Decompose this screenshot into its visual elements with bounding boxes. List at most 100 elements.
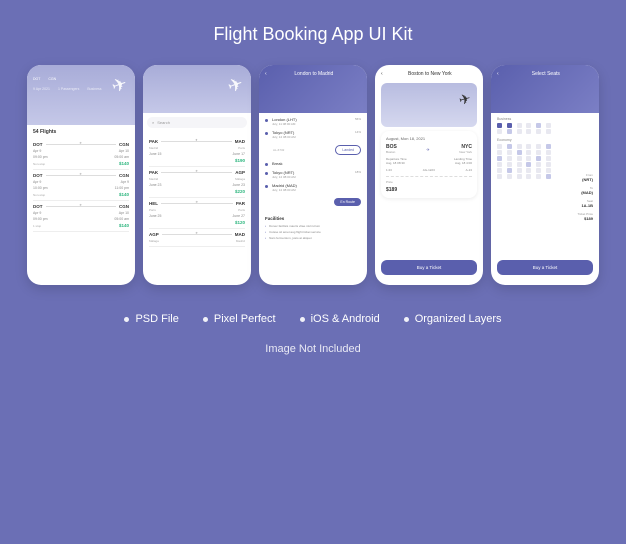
flights-count: 54 Flights: [33, 129, 129, 135]
flight-card[interactable]: PAKAGP MadridMálaga June 23June 23 $220: [149, 167, 245, 198]
seat[interactable]: [536, 129, 541, 134]
seat[interactable]: [526, 168, 531, 173]
seat[interactable]: [497, 150, 502, 155]
seat[interactable]: [507, 123, 512, 128]
flight-card[interactable]: AGPMAD MálagaMadrid: [149, 229, 245, 247]
seat[interactable]: [546, 144, 551, 149]
seat[interactable]: [526, 144, 531, 149]
seat[interactable]: [546, 162, 551, 167]
back-icon[interactable]: ‹: [381, 71, 383, 77]
flight-number: AG-1223: [423, 168, 435, 172]
feature-item: iOS & Android: [300, 313, 380, 325]
seat[interactable]: [536, 168, 541, 173]
back-icon[interactable]: ‹: [265, 71, 267, 77]
flight-card[interactable]: PAKMAD MadridParis June 15June 17 $190: [149, 136, 245, 167]
seat[interactable]: [546, 123, 551, 128]
plane-icon: ✈: [426, 147, 429, 152]
header-date: 9 Apr 2021: [33, 87, 50, 91]
buy-ticket-button[interactable]: Buy a Ticket: [381, 260, 477, 275]
price-label: Price: [386, 180, 472, 184]
flight-card[interactable]: DOTCGN Apr 9Apr 10 09:00 pm05:00 am Non-…: [33, 139, 129, 170]
seat[interactable]: [526, 156, 531, 161]
seat[interactable]: [497, 129, 502, 134]
ticket-date: August, Mon 18, 2021: [386, 136, 472, 141]
seat[interactable]: [517, 150, 522, 155]
feature-item: Organized Layers: [404, 313, 502, 325]
to-city: New York: [459, 150, 472, 154]
from-value: (NRT): [577, 177, 593, 182]
seat[interactable]: [517, 162, 522, 167]
flight-card[interactable]: DOTCGN Apr 9Apr 10 09:00 pm05:00 am 1 st…: [33, 201, 129, 232]
timeline-dot-icon: [265, 119, 268, 122]
page-title: Flight Booking App UI Kit: [213, 24, 412, 45]
seat[interactable]: [507, 144, 512, 149]
seat[interactable]: [536, 174, 541, 179]
seat[interactable]: [507, 150, 512, 155]
seat[interactable]: [517, 174, 522, 179]
search-input[interactable]: ⌕ Search: [147, 117, 247, 128]
seat[interactable]: [526, 150, 531, 155]
facilities-title: Facilities: [265, 216, 361, 221]
status-badge: En Route: [334, 198, 361, 206]
seat-value: 1A-1B: [577, 203, 593, 208]
seat[interactable]: [497, 144, 502, 149]
seat[interactable]: [497, 156, 502, 161]
seat[interactable]: [546, 150, 551, 155]
from-code: DOT: [33, 142, 43, 147]
seat[interactable]: [546, 168, 551, 173]
seat[interactable]: [517, 168, 522, 173]
seat[interactable]: [546, 174, 551, 179]
facility-item: •Nam fermentum, justo at aliquet: [265, 236, 361, 240]
timeline-item: London (LHT) July, 11 08:00 AM 56%: [265, 117, 361, 126]
buy-ticket-button[interactable]: Buy a Ticket: [497, 260, 593, 275]
seat[interactable]: [546, 129, 551, 134]
to-code: CGN: [119, 142, 129, 147]
seat[interactable]: [497, 123, 502, 128]
to-value: (MAD): [577, 190, 593, 195]
seat[interactable]: [497, 168, 502, 173]
break-label: Break: [265, 161, 361, 166]
seat[interactable]: [536, 144, 541, 149]
passengers: 1:23: [386, 168, 392, 172]
ticket-card: August, Mon 18, 2021 BOSBoston ✈ NYCNew …: [381, 131, 477, 198]
bullet-icon: [300, 317, 305, 322]
header-class: Business: [87, 87, 101, 91]
seat[interactable]: [526, 162, 531, 167]
seat[interactable]: [546, 156, 551, 161]
tab-from[interactable]: DOT: [33, 77, 40, 81]
seat[interactable]: [517, 144, 522, 149]
seat[interactable]: [517, 123, 522, 128]
seat[interactable]: [536, 162, 541, 167]
seat[interactable]: [536, 156, 541, 161]
back-icon[interactable]: ‹: [497, 71, 499, 77]
seat[interactable]: [507, 156, 512, 161]
seat[interactable]: [507, 129, 512, 134]
screen1-header: DOT CGN 9 Apr 2021 1 Passengers Business…: [27, 65, 135, 125]
seat[interactable]: [507, 162, 512, 167]
seat[interactable]: [517, 156, 522, 161]
screen-search-flights: ✈ ⌕ Search PAKMAD MadridParis June 15Jun…: [143, 65, 251, 285]
humidity: 56%: [355, 117, 361, 126]
seat[interactable]: [526, 123, 531, 128]
seat[interactable]: [507, 174, 512, 179]
seat[interactable]: [526, 129, 531, 134]
seat[interactable]: [536, 150, 541, 155]
screen3-header: ‹ London to Madrid: [259, 65, 367, 113]
flight-id: AL-6732: [273, 148, 284, 152]
seat-number: A-13: [466, 168, 472, 172]
flight-card[interactable]: DOTCGN Apr 9Apr 9 10:00 pm11:00 pm Non-s…: [33, 170, 129, 201]
time-label: July, 11 08:00 AM: [272, 122, 351, 126]
screen-ticket-details: ‹ Boston to New York ✈ August, Mon 18, 2…: [375, 65, 483, 285]
seat[interactable]: [536, 123, 541, 128]
seat[interactable]: [526, 174, 531, 179]
seat[interactable]: [497, 162, 502, 167]
screen2-header: ✈: [143, 65, 251, 113]
price: $189: [386, 187, 472, 193]
flight-card[interactable]: HELPAR ParisParis June 25June 27 $120: [149, 198, 245, 229]
seat[interactable]: [497, 174, 502, 179]
seat-grid-business: [497, 123, 555, 134]
seat[interactable]: [507, 168, 512, 173]
seat[interactable]: [517, 129, 522, 134]
tab-to[interactable]: CGN: [48, 77, 56, 81]
feature-list: PSD File Pixel Perfect iOS & Android Org…: [124, 313, 501, 325]
